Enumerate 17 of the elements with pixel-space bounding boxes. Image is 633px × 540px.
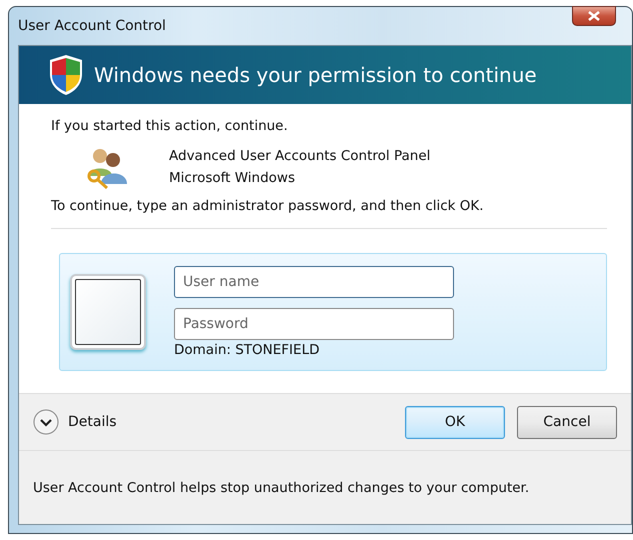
dialog-button[interactable]: OK <box>405 406 505 438</box>
username-field[interactable]: User name <box>174 266 454 298</box>
close-button[interactable] <box>572 6 616 26</box>
instruction-text: To continue, type an administrator password, and then click OK. <box>51 198 485 214</box>
program-name: Advanced User Accounts Control Panel <box>169 148 430 164</box>
chevron-icon <box>33 409 59 435</box>
details-toggle[interactable]: Details <box>33 409 117 435</box>
shield-icon <box>48 54 84 96</box>
domain-label: Domain: STONEFIELD <box>174 342 320 358</box>
intro-text: If you started this action, continue. <box>51 118 289 134</box>
window-title: User Account Control <box>18 18 166 34</box>
close-icon <box>588 11 600 21</box>
header-title: Windows needs your permission to continue <box>94 63 537 87</box>
program-publisher: Microsoft Windows <box>169 170 296 186</box>
dialog-button[interactable]: Cancel <box>517 406 617 438</box>
footer-text: User Account Control helps stop unauthorized changes to your computer. <box>33 480 530 496</box>
password-field[interactable]: Password <box>174 308 454 340</box>
